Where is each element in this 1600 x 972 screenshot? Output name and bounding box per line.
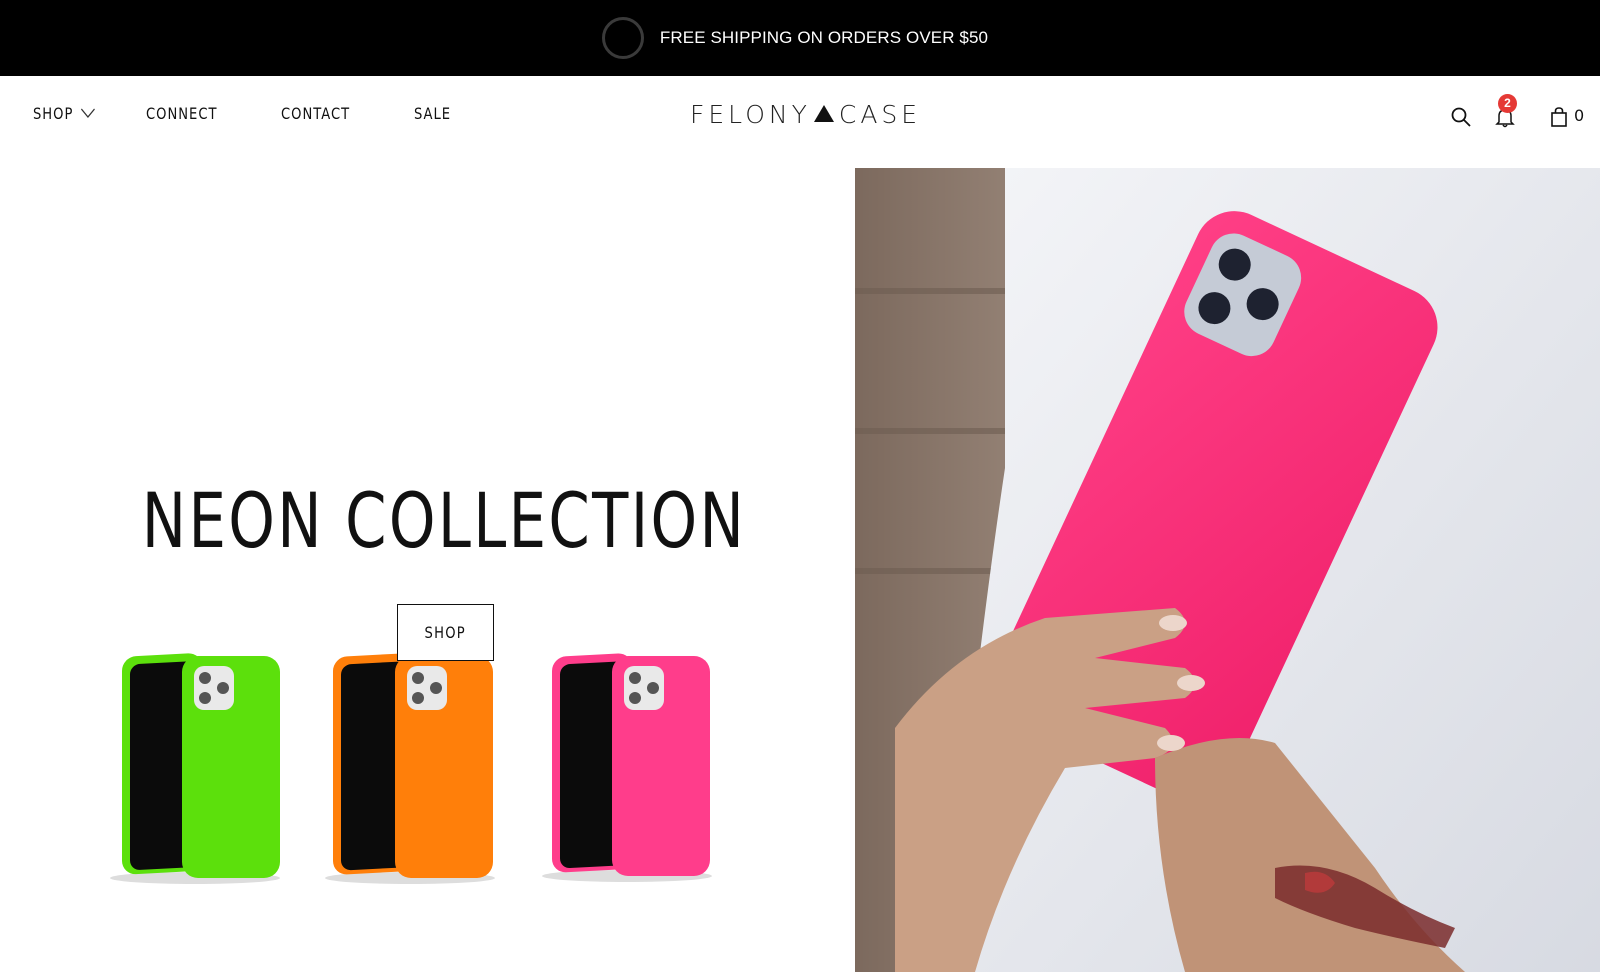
notification-badge: 2 (1498, 94, 1517, 113)
nav-item-connect[interactable]: CONNECT (146, 104, 217, 123)
neon-green-case-image[interactable] (100, 650, 290, 890)
shopping-bag-icon[interactable] (1550, 106, 1568, 133)
hand-holding-pink-case-illustration (855, 168, 1600, 972)
nav-item-label: CONNECT (146, 104, 218, 123)
shop-button-label: SHOP (424, 623, 467, 642)
neon-orange-case-image[interactable] (315, 650, 505, 890)
announcement-bar: FREE SHIPPING ON ORDERS OVER $50 (0, 0, 1600, 76)
logo-text-right: CASE (838, 100, 922, 129)
nav-item-label: CONTACT (281, 104, 351, 123)
nav-item-label: SALE (413, 104, 451, 123)
main-nav: SHOP CONNECT CONTACT SALE (33, 104, 507, 123)
nav-item-shop[interactable]: SHOP (33, 104, 96, 123)
site-header: SHOP CONNECT CONTACT SALE FELONY CASE 2 (0, 76, 1600, 168)
loading-ring-icon (601, 17, 644, 59)
hero-title: NEON COLLECTION (141, 476, 747, 565)
nav-item-contact[interactable]: CONTACT (281, 104, 350, 123)
triangle-logo-icon (813, 100, 835, 129)
cart-count[interactable]: 0 (1574, 106, 1584, 125)
nav-item-label: SHOP (33, 104, 74, 123)
hero-lifestyle-image (855, 168, 1600, 972)
announcement-text: FREE SHIPPING ON ORDERS OVER $50 (659, 28, 989, 47)
neon-pink-case-image[interactable] (532, 650, 722, 890)
search-icon[interactable] (1450, 106, 1472, 133)
nav-item-sale[interactable]: SALE (414, 104, 451, 123)
header-icons: 2 0 (1400, 94, 1600, 136)
chevron-down-icon (80, 104, 96, 123)
site-logo[interactable]: FELONY CASE (690, 100, 921, 129)
logo-text-left: FELONY (690, 100, 811, 129)
shop-button[interactable]: SHOP (397, 604, 494, 661)
product-images (100, 650, 740, 890)
